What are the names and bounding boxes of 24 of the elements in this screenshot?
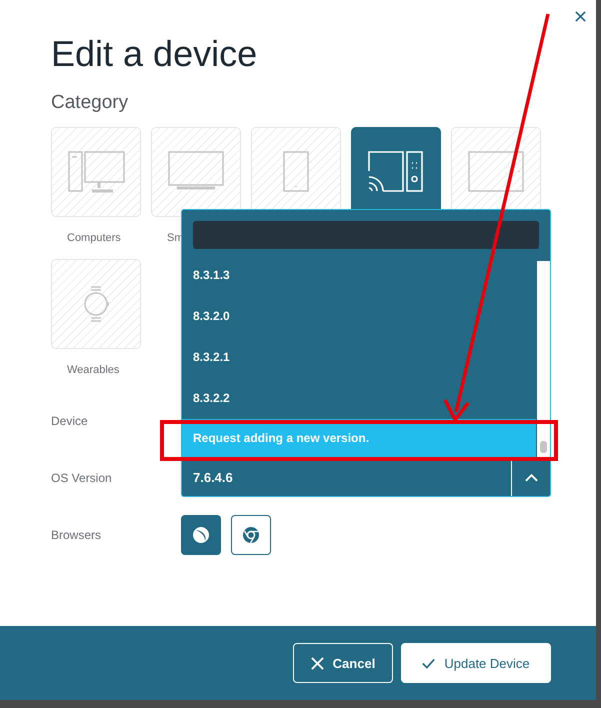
dropdown-option[interactable]: 8.3.1.3	[182, 255, 536, 296]
dropdown-option[interactable]: 8.3.2.0	[182, 296, 536, 337]
update-button[interactable]: Update Device	[401, 643, 551, 683]
scrollbar[interactable]	[537, 261, 550, 457]
chrome-icon	[241, 525, 261, 545]
dialog-title: Edit a device	[51, 33, 258, 75]
browser-toggle[interactable]	[181, 515, 221, 555]
dropdown-option[interactable]: 8.3.2.2	[182, 378, 536, 419]
tile-label: Computers	[67, 232, 121, 245]
field-label: Device	[51, 414, 89, 428]
compass-icon	[191, 525, 211, 545]
check-icon	[422, 656, 436, 670]
tile-label: Wearables	[67, 364, 120, 377]
os-version-select[interactable]: 7.6.4.6	[181, 459, 551, 497]
category-heading: Category	[51, 92, 130, 114]
close-icon[interactable]	[575, 11, 586, 22]
field-label: Browsers	[51, 528, 102, 542]
search-field[interactable]	[193, 221, 539, 249]
caret-up-icon	[524, 474, 538, 482]
cancel-button[interactable]: Cancel	[293, 643, 393, 683]
field-label: OS Version	[51, 471, 113, 485]
close-icon	[310, 656, 324, 670]
dropdown-option[interactable]: 8.3.2.1	[182, 337, 536, 378]
browser-toggle[interactable]	[231, 515, 271, 555]
